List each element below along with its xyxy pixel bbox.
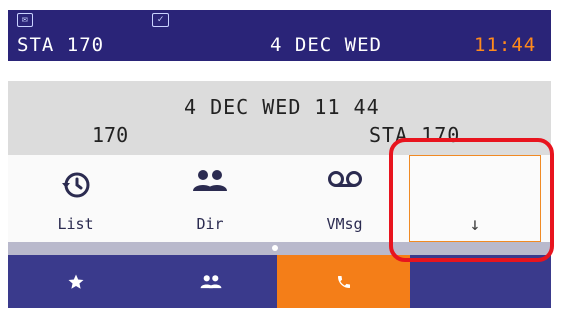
extension-number: 170 xyxy=(92,123,129,147)
people-icon xyxy=(200,274,221,288)
softkey-label: Dir xyxy=(196,215,224,233)
tab-contacts[interactable] xyxy=(144,255,277,308)
tab-empty[interactable] xyxy=(410,255,551,308)
people-icon xyxy=(193,170,227,191)
bottom-tab-bar xyxy=(8,255,551,308)
softkey-dir[interactable]: Dir xyxy=(143,155,277,242)
voicemail-icon xyxy=(327,171,362,187)
info-datetime: 4 DEC WED 11 44 xyxy=(184,95,380,119)
softkey-label: List xyxy=(57,215,94,233)
status-date: 4 DEC WED xyxy=(270,34,382,56)
softkey-list[interactable]: List xyxy=(8,155,143,242)
phone-icon xyxy=(337,275,350,288)
history-icon xyxy=(61,172,89,198)
page-dot xyxy=(272,245,278,251)
chat-icon: ✉ xyxy=(17,13,33,27)
status-bar: ✉ ✓ STA 170 4 DEC WED 11:44 xyxy=(8,10,551,61)
checkbox-icon: ✓ xyxy=(152,13,169,27)
tab-phone[interactable] xyxy=(277,255,410,308)
star-icon xyxy=(68,274,84,289)
station-name: STA 170 xyxy=(17,34,105,56)
status-time: 11:44 xyxy=(474,34,537,56)
tab-favorites[interactable] xyxy=(8,255,144,308)
highlight-annotation xyxy=(389,138,554,262)
